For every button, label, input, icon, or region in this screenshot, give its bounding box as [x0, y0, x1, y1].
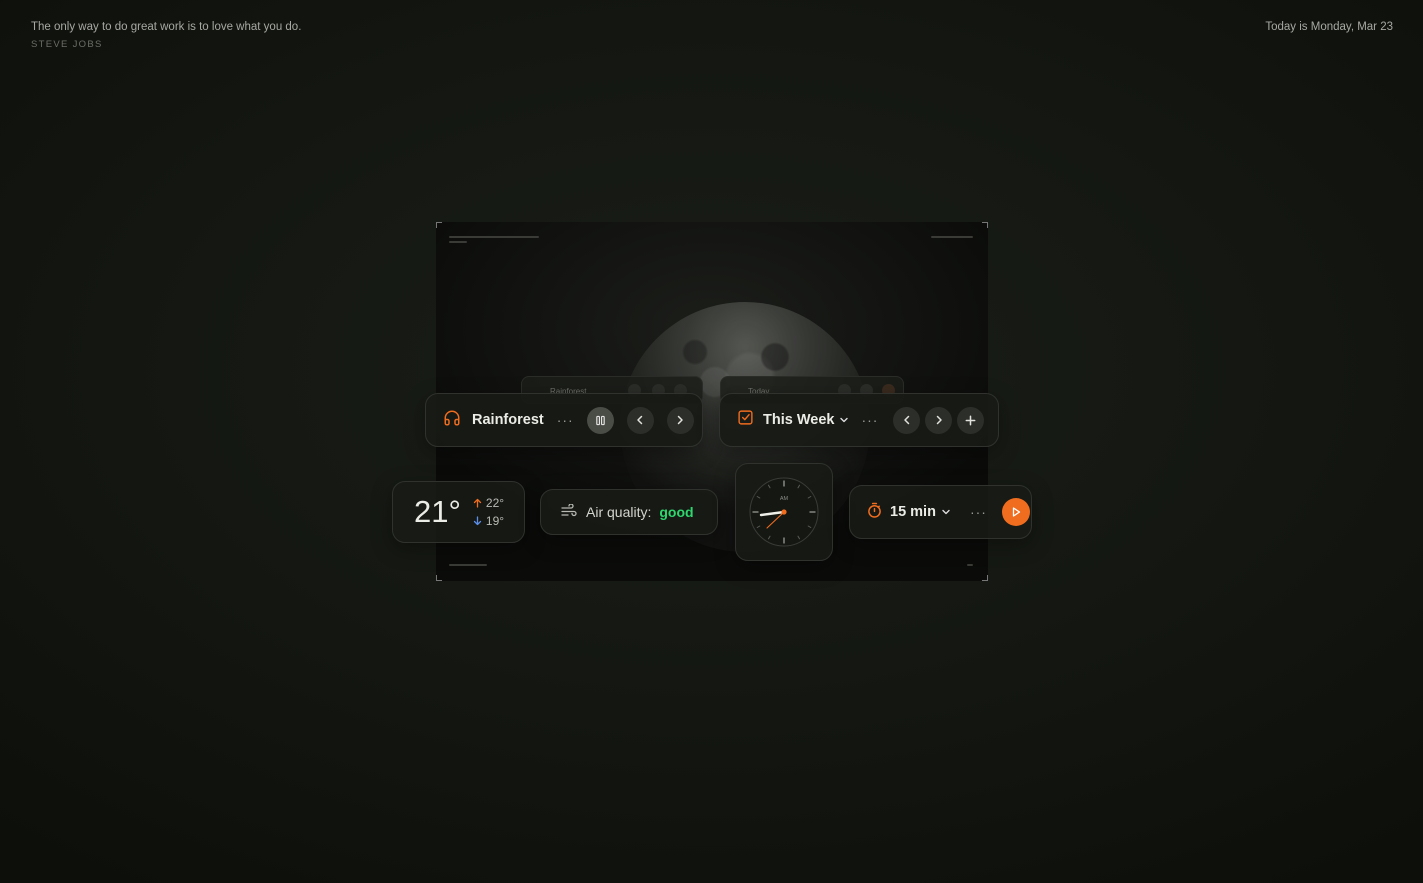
air-quality-value: good: [659, 504, 694, 520]
tasks-next-button[interactable]: [925, 406, 953, 434]
mini-quote: [449, 236, 539, 238]
headphones-icon: [443, 409, 461, 432]
pause-icon: [596, 415, 605, 425]
play-icon: [1012, 507, 1021, 517]
tasks-title: This Week: [763, 412, 835, 428]
quote-author: STEVE JOBS: [31, 39, 103, 50]
tasks-period-select[interactable]: This Week: [763, 412, 849, 428]
clock-period: AM: [780, 496, 789, 502]
date-label: Today is Monday, Mar 23: [1265, 21, 1393, 33]
checkbox-icon: [737, 409, 754, 431]
add-task-button[interactable]: [957, 406, 985, 434]
clock-center: [781, 509, 787, 515]
air-quality-label: Air quality:: [586, 504, 652, 520]
chevron-right-icon: [677, 415, 683, 425]
corner-mark: [436, 222, 442, 228]
wind-icon: [561, 502, 577, 521]
tasks-more-button[interactable]: ···: [861, 413, 878, 427]
clock-widget: AM: [735, 463, 833, 561]
pause-button[interactable]: [586, 406, 614, 434]
analog-clock: AM: [749, 477, 819, 547]
arrow-up-icon: [473, 498, 482, 508]
music-widget: Rainforest ···: [425, 393, 703, 447]
plus-icon: [966, 415, 976, 425]
music-title[interactable]: Rainforest: [472, 412, 544, 428]
corner-mark: [982, 575, 988, 581]
stopwatch-icon: [867, 502, 882, 523]
mini-date: [931, 236, 973, 238]
timer-more-button[interactable]: ···: [970, 505, 987, 519]
timer-widget: 15 min ···: [849, 485, 1032, 539]
corner-mark: [436, 575, 442, 581]
chevron-down-icon: [942, 509, 950, 515]
quote: The only way to do great work is to love…: [31, 21, 301, 50]
next-button[interactable]: [666, 406, 694, 434]
weather-widget: 21° 22° 19°: [392, 481, 525, 543]
timer-duration-select[interactable]: 15 min: [890, 504, 951, 520]
previous-button[interactable]: [626, 406, 654, 434]
chevron-right-icon: [936, 415, 942, 425]
timer-duration: 15 min: [890, 504, 936, 520]
current-temperature: 21°: [414, 494, 461, 529]
air-quality-widget: Air quality: good: [540, 489, 718, 535]
low-temperature: 19°: [485, 514, 505, 528]
chevron-left-icon: [637, 415, 643, 425]
chevron-left-icon: [904, 415, 910, 425]
mini-footer: [967, 564, 973, 566]
tasks-previous-button[interactable]: [893, 406, 921, 434]
temperature-range: 22° 19°: [473, 494, 504, 530]
start-timer-button[interactable]: [1001, 498, 1030, 526]
quote-text: The only way to do great work is to love…: [31, 21, 302, 33]
high-temperature: 22°: [485, 496, 505, 510]
chevron-down-icon: [840, 417, 849, 423]
mini-author: [449, 241, 467, 243]
tasks-widget: This Week ···: [719, 393, 999, 447]
arrow-down-icon: [473, 516, 482, 526]
music-more-button[interactable]: ···: [557, 413, 574, 427]
mini-footer: [449, 564, 487, 566]
corner-mark: [982, 222, 988, 228]
